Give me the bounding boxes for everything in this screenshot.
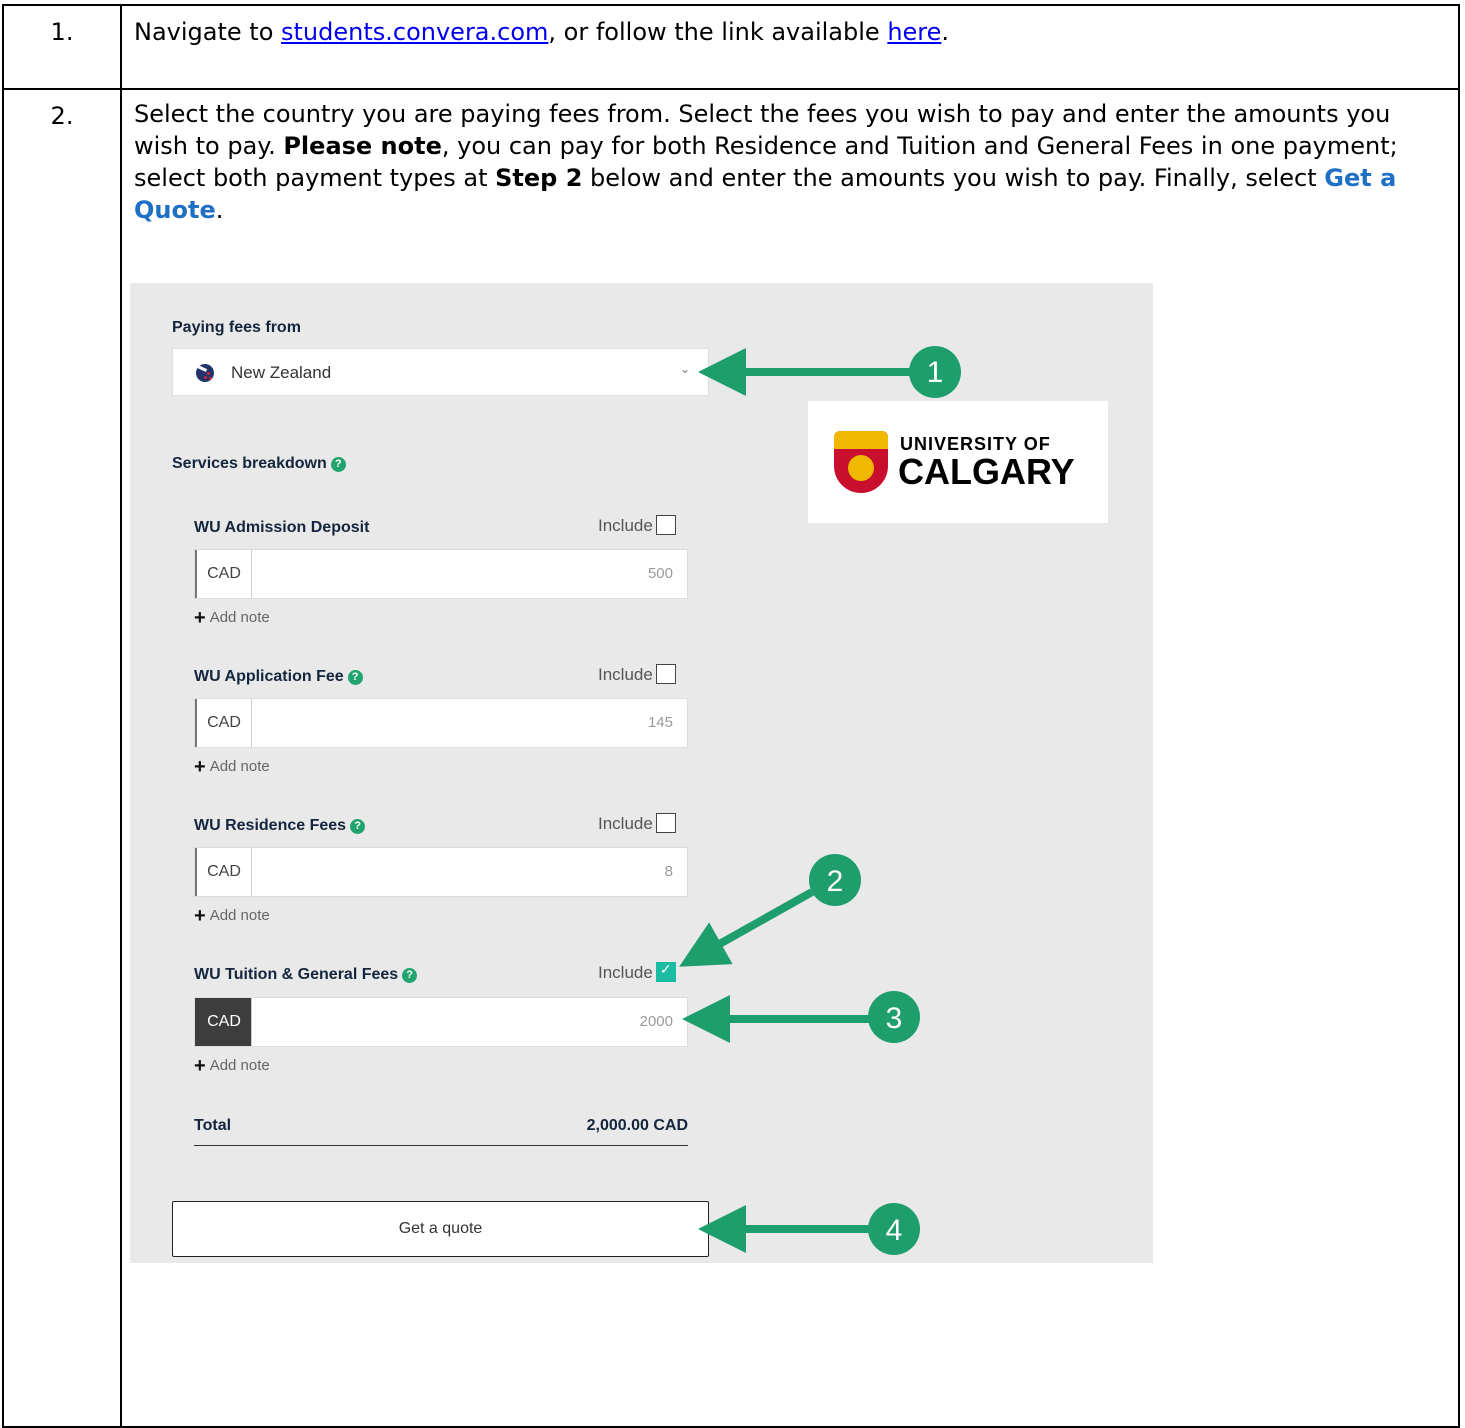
step-text: Select the country you are paying fees f… [134, 98, 1442, 226]
step-number: 1. [50, 18, 74, 46]
column-divider [120, 90, 122, 1426]
total-value: 2,000.00 CAD [586, 1117, 688, 1134]
services-breakdown-label: Services breakdown? [172, 455, 346, 473]
here-link[interactable]: here [887, 18, 941, 46]
text: below and enter the amounts you wish to … [582, 164, 1325, 192]
help-icon[interactable]: ? [350, 819, 366, 834]
services-label-text: Services breakdown [172, 455, 327, 472]
help-icon[interactable]: ? [330, 457, 346, 472]
add-note-link[interactable]: + Add note [194, 607, 270, 630]
plus-icon: + [194, 756, 206, 778]
text: , or follow the link available [548, 18, 888, 46]
new-zealand-flag-icon [196, 364, 214, 382]
university-logo: UNIVERSITY OF CALGARY [808, 401, 1108, 523]
include-label: Include [598, 516, 653, 535]
step-text: Navigate to students.convera.com, or fol… [134, 16, 1442, 48]
fee-name-text: WU Residence Fees [194, 817, 347, 834]
paying-from-label: Paying fees from [172, 319, 301, 336]
include-toggle[interactable]: Include [598, 813, 676, 834]
currency-label: CAD [195, 998, 252, 1046]
total-divider [194, 1145, 688, 1146]
fee-name: WU Residence Fees? [194, 817, 366, 835]
currency-label: CAD [195, 848, 252, 896]
plus-icon: + [194, 607, 206, 629]
amount-value: 2000 [639, 1013, 673, 1030]
include-label: Include [598, 963, 653, 982]
fee-name: WU Admission Deposit [194, 519, 370, 536]
fee-name: WU Application Fee? [194, 668, 363, 686]
amount-field[interactable]: CAD 8 [194, 847, 688, 897]
step-row-1: 1. Navigate to students.convera.com, or … [2, 4, 1460, 90]
country-value: New Zealand [231, 363, 332, 382]
amount-value: 145 [647, 714, 673, 731]
include-checkbox[interactable] [655, 813, 676, 833]
help-icon[interactable]: ? [347, 670, 363, 685]
currency-label: CAD [195, 550, 252, 598]
amount-value: 500 [647, 565, 673, 582]
text: . [941, 18, 950, 46]
convera-link[interactable]: students.convera.com [281, 18, 548, 46]
chevron-down-icon: ⌄ [679, 362, 690, 376]
add-note-link[interactable]: + Add note [194, 756, 270, 779]
column-divider [120, 6, 122, 88]
amount-value: 8 [664, 863, 673, 880]
currency-label: CAD [195, 699, 252, 747]
plus-icon: + [194, 905, 206, 927]
include-toggle[interactable]: Include [598, 664, 676, 685]
include-checkbox[interactable] [655, 664, 676, 684]
fee-name-text: WU Tuition & General Fees [194, 966, 399, 983]
help-icon[interactable]: ? [402, 968, 418, 983]
amount-field[interactable]: CAD 145 [194, 698, 688, 748]
include-toggle[interactable]: Include [598, 515, 676, 536]
country-select[interactable]: New Zealand ⌄ [172, 348, 709, 396]
text: . [215, 196, 224, 224]
text-bold: Step 2 [495, 164, 583, 192]
include-toggle[interactable]: Include [598, 961, 676, 983]
include-checkbox-checked[interactable] [655, 961, 676, 982]
add-note-label: Add note [209, 758, 270, 775]
text: Navigate to [134, 18, 281, 46]
text-bold: Please note [283, 132, 442, 160]
amount-field[interactable]: CAD 500 [194, 549, 688, 599]
total-label: Total [194, 1117, 232, 1134]
add-note-link[interactable]: + Add note [194, 905, 270, 928]
include-label: Include [598, 665, 653, 684]
include-checkbox[interactable] [655, 515, 676, 535]
add-note-label: Add note [209, 609, 270, 626]
logo-line2: CALGARY [898, 451, 1075, 492]
add-note-label: Add note [209, 1057, 270, 1074]
payment-form-screenshot: Paying fees from New Zealand ⌄ Services … [130, 283, 1153, 1263]
get-quote-button[interactable]: Get a quote [172, 1201, 709, 1257]
plus-icon: + [194, 1055, 206, 1077]
fee-name: WU Tuition & General Fees? [194, 966, 418, 984]
step-number: 2. [50, 102, 74, 130]
add-note-link[interactable]: + Add note [194, 1055, 270, 1078]
fee-name-text: WU Application Fee [194, 668, 344, 685]
include-label: Include [598, 814, 653, 833]
add-note-label: Add note [209, 907, 270, 924]
crest-icon [834, 431, 888, 493]
amount-field[interactable]: CAD 2000 [194, 997, 688, 1047]
